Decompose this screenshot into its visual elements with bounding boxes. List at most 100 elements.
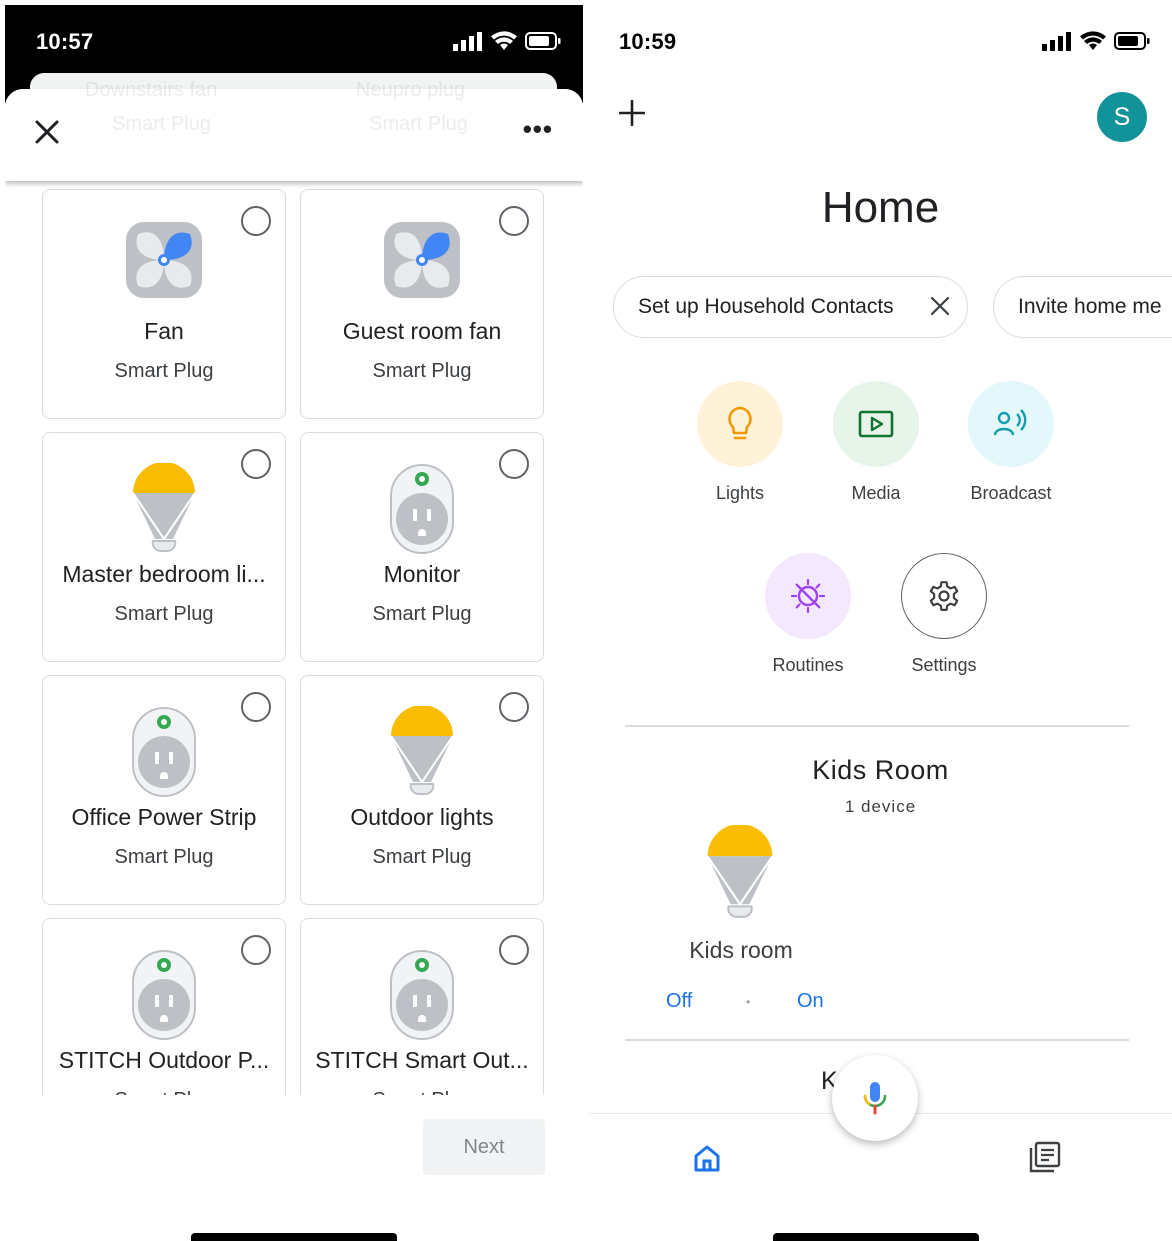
more-options-icon[interactable]: ••• [523,116,553,142]
device-tile[interactable]: Master bedroom li... Smart Plug [42,432,286,662]
select-radio[interactable] [499,449,529,479]
action-label: Routines [772,655,844,675]
device-name: Outdoor lights [350,804,494,830]
signal-icon [1042,32,1071,51]
device-type: Smart Plug [372,603,472,625]
select-radio[interactable] [241,935,271,965]
action-label: Settings [911,655,977,675]
add-icon[interactable] [619,100,645,126]
ghost-text: Smart Plug [369,113,468,135]
device-tile[interactable]: Guest room fan Smart Plug [300,189,544,419]
gear-icon [901,553,987,639]
separator-dot: • [746,995,751,1009]
device-picker-sheet: Downstairs fan Smart Plug Neupro plug Sm… [5,79,583,1241]
divider [625,725,1129,727]
routines-action[interactable]: Routines [738,553,878,676]
settings-action[interactable]: Settings [874,553,1014,676]
light-bulb-icon[interactable] [702,823,782,921]
off-button[interactable]: Off [666,990,692,1013]
invite-home-member-chip[interactable]: Invite home me [993,276,1172,338]
divider [625,1039,1129,1041]
outlet-icon [124,706,204,797]
chip-label: Invite home me [1018,295,1162,318]
page-title: Home [821,183,940,232]
room-title: Kids Room [812,755,949,785]
device-name: Office Power Strip [71,804,257,830]
device-type: Smart Plug [114,846,214,868]
outlet-icon [382,949,462,1040]
outlet-icon [382,463,462,554]
left-phone-screen: 10:57 Downstairs fan Smart Plug Neupro p… [5,5,583,1241]
device-tile[interactable]: Monitor Smart Plug [300,432,544,662]
action-label: Broadcast [970,483,1052,503]
select-radio[interactable] [499,692,529,722]
select-radio[interactable] [241,692,271,722]
device-name: Kids room [689,937,793,963]
device-grid: Fan Smart Plug Guest room fan Smart Plug… [5,181,583,1095]
light-bulb-icon [124,463,204,553]
room-device-count: 1 device [844,797,917,816]
device-name: Master bedroom li... [62,561,266,587]
home-indicator [773,1233,979,1241]
status-icons [453,31,561,51]
sheet-header: Downstairs fan Smart Plug Neupro plug Sm… [5,79,583,181]
routines-icon [765,553,851,639]
right-phone-screen: 10:59 S Home Set up Household Contacts I… [589,5,1172,1241]
fan-icon [382,220,462,310]
device-name: STITCH Smart Out... [315,1047,529,1073]
status-time: 10:59 [619,29,677,54]
device-tile[interactable]: STITCH Outdoor P... Smart Plug [42,918,286,1095]
device-name: Monitor [383,561,461,587]
wifi-icon [1080,31,1106,50]
device-type: Smart Plug [372,360,472,382]
battery-icon [1114,32,1150,50]
action-label: Media [851,483,901,503]
chip-label: Set up Household Contacts [638,295,894,318]
home-icon[interactable] [692,1143,722,1173]
fan-icon [124,220,204,310]
action-label: Lights [715,483,765,503]
media-icon [833,381,919,467]
select-radio[interactable] [241,449,271,479]
device-type: Smart Plug [372,846,472,868]
broadcast-action[interactable]: Broadcast [941,381,1081,504]
ghost-text: Smart Plug [112,113,211,135]
select-radio[interactable] [241,206,271,236]
device-type: Smart Plug [43,1089,285,1095]
status-icons [1042,31,1150,51]
next-button[interactable]: Next [423,1119,545,1175]
microphone-icon [863,1082,887,1115]
feed-icon[interactable] [1029,1141,1061,1173]
close-icon[interactable] [31,116,63,148]
ghost-text: Downstairs fan [85,79,218,101]
on-button[interactable]: On [797,990,824,1013]
device-tile[interactable]: Office Power Strip Smart Plug [42,675,286,905]
device-tile[interactable]: Fan Smart Plug [42,189,286,419]
light-bulb-icon [382,706,462,796]
household-contacts-chip[interactable]: Set up Household Contacts [613,276,968,338]
outlet-icon [124,949,204,1040]
device-tile[interactable]: Outdoor lights Smart Plug [300,675,544,905]
device-type: Smart Plug [114,603,214,625]
wifi-icon [491,31,517,50]
select-radio[interactable] [499,935,529,965]
avatar[interactable]: S [1097,92,1147,142]
microphone-button[interactable] [832,1055,918,1141]
lights-action[interactable]: Lights [670,381,810,504]
select-radio[interactable] [499,206,529,236]
lightbulb-icon [697,381,783,467]
device-type: Smart Plug [301,1089,543,1095]
device-tile[interactable]: STITCH Smart Out... Smart Plug [300,918,544,1095]
close-icon[interactable] [929,295,951,317]
device-name: STITCH Outdoor P... [58,1047,270,1073]
home-indicator [191,1233,397,1241]
device-name: Guest room fan [342,318,502,344]
device-type: Smart Plug [114,360,214,382]
ghost-text: Neupro plug [356,79,465,101]
broadcast-icon [968,381,1054,467]
status-time: 10:57 [36,29,94,54]
signal-icon [453,32,482,51]
media-action[interactable]: Media [806,381,946,504]
device-name: Fan [144,318,184,344]
battery-icon [525,32,561,50]
